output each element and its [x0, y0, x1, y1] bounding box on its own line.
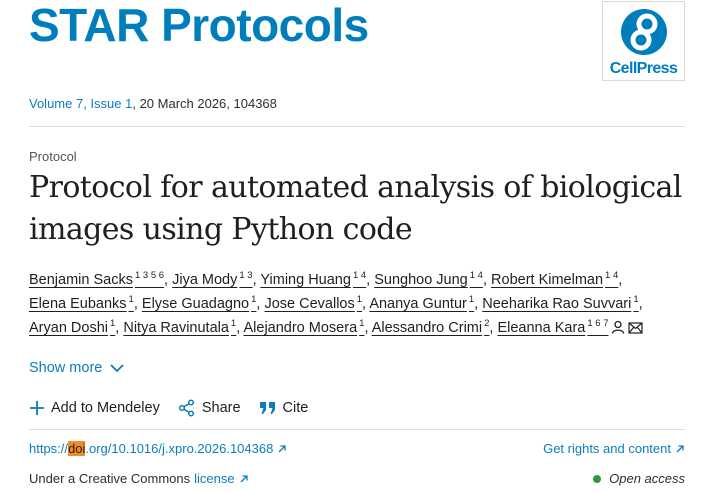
- author-link[interactable]: Neeharika Rao Suvvari 1: [482, 295, 638, 312]
- author-link[interactable]: Alessandro Crimi 2: [371, 319, 490, 336]
- envelope-icon[interactable]: [628, 322, 644, 334]
- author-name: Alejandro Mosera: [243, 320, 358, 336]
- author-link[interactable]: Aryan Doshi 1: [29, 319, 115, 336]
- author-affiliation-marks: 1 3 5 6: [134, 270, 165, 282]
- author-link[interactable]: Jiya Mody 1 3: [172, 270, 253, 288]
- cite-button[interactable]: Cite: [259, 400, 309, 416]
- article-actions: Add to Mendeley Share Cite: [29, 399, 326, 417]
- author-affiliation-marks: 1 4: [469, 270, 483, 282]
- author-name: Sunghoo Jung: [374, 272, 468, 288]
- author-link[interactable]: Alejandro Mosera 1: [243, 319, 364, 336]
- license-info: Under a Creative Commons license: [29, 471, 249, 486]
- rights-link[interactable]: Get rights and content: [543, 441, 685, 456]
- author-affiliation-marks: 1 3: [239, 270, 253, 282]
- author-name: Yiming Huang: [260, 272, 351, 288]
- cellpress-logo-icon: [621, 9, 667, 55]
- author-row: Elena Eubanks 1, Elyse Guadagno 1, Jose Ce…: [29, 294, 643, 312]
- author-name: Jose Cevallos: [264, 296, 355, 312]
- license-link[interactable]: license: [194, 471, 234, 486]
- show-more-button[interactable]: Show more: [29, 360, 124, 376]
- author-link[interactable]: Nitya Ravinutala 1: [123, 319, 236, 336]
- external-link-icon: [676, 444, 684, 452]
- external-link-icon: [240, 474, 248, 482]
- author-row: Benjamin Sacks 1 3 5 6, Jiya Mody 1 3, Yim…: [29, 270, 623, 288]
- author-affiliation-marks: 1 4: [352, 270, 367, 282]
- chevron-down-icon: [110, 364, 124, 373]
- show-more-label: Show more: [29, 360, 103, 376]
- external-link-icon: [278, 444, 286, 452]
- open-access-dot-icon: [593, 474, 602, 483]
- cellpress-logo[interactable]: CellPress: [602, 1, 685, 81]
- author-link[interactable]: Benjamin Sacks 1 3 5 6: [29, 270, 165, 288]
- author-link[interactable]: Robert Kimelman 1 4: [491, 270, 619, 288]
- author-link[interactable]: Eleanna Kara 1 6 7: [497, 318, 609, 336]
- journal-title[interactable]: STAR Protocols: [29, 2, 369, 48]
- author-row: Aryan Doshi 1, Nitya Ravinutala 1, Alejand…: [29, 316, 689, 340]
- author-name: Benjamin Sacks: [29, 272, 133, 288]
- author-name: Elena Eubanks: [29, 296, 127, 312]
- author-name: Alessandro Crimi: [371, 320, 483, 336]
- author-link[interactable]: Elyse Guadagno 1: [141, 295, 257, 312]
- plus-icon: [30, 401, 44, 415]
- doi-suffix: .org/10.1016/j.xpro.2026.104368: [85, 441, 274, 456]
- author-link[interactable]: Ananya Guntur 1: [369, 295, 474, 312]
- author-name: Eleanna Kara: [497, 320, 586, 336]
- mendeley-label: Add to Mendeley: [51, 400, 160, 416]
- cite-label: Cite: [282, 400, 309, 416]
- author-link[interactable]: Yiming Huang 1 4: [260, 270, 367, 288]
- open-access-badge: Open access: [593, 471, 685, 486]
- quote-icon: [259, 402, 275, 414]
- author-name: Elyse Guadagno: [141, 296, 250, 312]
- author-name: Ananya Guntur: [369, 296, 467, 312]
- author-link[interactable]: Elena Eubanks 1: [29, 295, 134, 312]
- doi-link[interactable]: https://doi .org/10.1016/j.xpro.2026.1043…: [29, 441, 287, 456]
- article-type: Protocol: [29, 149, 77, 164]
- person-icon: [612, 320, 625, 334]
- issue-link[interactable]: Volume 7, Issue 1: [29, 96, 132, 111]
- author-link[interactable]: Sunghoo Jung 1 4: [374, 270, 483, 288]
- doi-prefix: https://: [29, 441, 69, 456]
- author-link[interactable]: Jose Cevallos 1: [264, 295, 362, 312]
- divider: [29, 126, 685, 127]
- author-name: Aryan Doshi: [29, 320, 108, 336]
- author-name: Jiya Mody: [172, 272, 238, 288]
- divider: [29, 429, 685, 430]
- author-list: Benjamin Sacks 1 3 5 6, Jiya Mody 1 3, Yim…: [29, 268, 689, 340]
- doi-highlight: doi: [68, 441, 86, 456]
- author-affiliation-marks: 1 4: [605, 270, 619, 282]
- publisher-name: CellPress: [609, 60, 678, 77]
- share-label: Share: [201, 400, 241, 416]
- author-name: Robert Kimelman: [491, 272, 604, 288]
- author-name: Nitya Ravinutala: [123, 320, 229, 336]
- open-access-label: Open access: [609, 471, 685, 486]
- author-name: Neeharika Rao Suvvari: [482, 296, 632, 312]
- share-icon: [178, 399, 194, 417]
- share-button[interactable]: Share: [178, 399, 241, 417]
- license-text: Under a Creative Commons: [29, 471, 191, 486]
- issue-info: Volume 7, Issue 1, 20 March 2026, 104368: [29, 96, 277, 111]
- add-to-mendeley-button[interactable]: Add to Mendeley: [29, 400, 160, 416]
- article-title: Protocol for automated analysis of biolo…: [29, 170, 682, 247]
- rights-label: Get rights and content: [543, 441, 671, 456]
- author-affiliation-marks: 1 6 7: [587, 318, 609, 330]
- issue-date: , 20 March 2026, 104368: [132, 96, 277, 111]
